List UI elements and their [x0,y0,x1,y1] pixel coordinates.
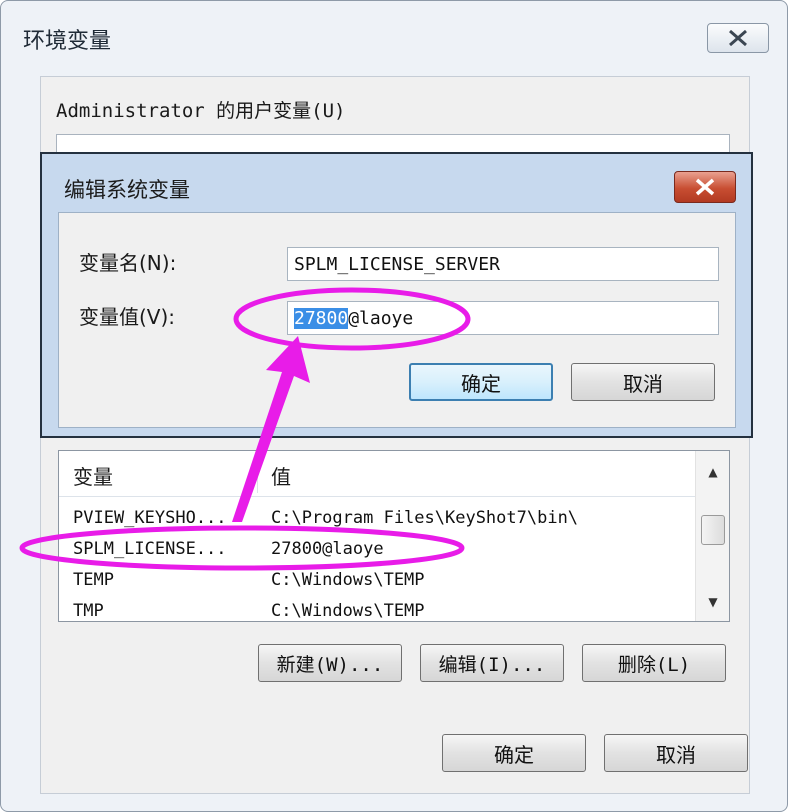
row-variable-name: PVIEW_KEYSHO... [73,508,227,528]
table-row[interactable]: SPLM_LICENSE... 27800@laoye [59,534,695,565]
list-header: 变量 值 [59,451,695,497]
scrollbar-thumb[interactable] [701,515,725,545]
row-variable-value: C:\Windows\TEMP [271,601,425,621]
row-variable-name: SPLM_LICENSE... [73,539,227,559]
row-variable-name: TEMP [73,570,114,590]
column-header-value[interactable]: 值 [271,461,291,490]
edit-system-variable-dialog: 编辑系统变量 变量名(N): SPLM_LICENSE_SERVER 变量值(V… [40,152,753,438]
value-remaining-text: @laoye [348,308,414,329]
system-variables-list[interactable]: 变量 值 PVIEW_KEYSHO... C:\Program Files\Ke… [58,450,730,622]
variable-value-field[interactable]: 27800@laoye [287,301,719,335]
row-variable-value: C:\Program Files\KeyShot7\bin\ [271,508,579,528]
outer-close-button[interactable] [707,23,769,53]
vertical-scrollbar[interactable]: ▲ ▼ [695,451,729,621]
variable-name-label: 变量名(N): [79,251,177,275]
dialog-close-button[interactable] [674,171,736,203]
row-variable-value: 27800@laoye [271,539,384,559]
row-variable-value: C:\Windows\TEMP [271,570,425,590]
table-row[interactable]: PVIEW_KEYSHO... C:\Program Files\KeyShot… [59,503,695,534]
column-divider[interactable] [257,455,258,493]
user-variables-label: Administrator 的用户变量(U) [56,100,346,122]
scroll-down-arrow-icon[interactable]: ▼ [696,587,729,617]
variable-value-label: 变量值(V): [79,305,176,329]
table-row[interactable]: TEMP C:\Windows\TEMP [59,565,695,596]
close-icon [729,29,747,47]
dialog-title: 编辑系统变量 [64,178,190,202]
row-variable-name: TMP [73,601,104,621]
scroll-up-arrow-icon[interactable]: ▲ [696,457,729,487]
new-variable-button[interactable]: 新建(W)... [258,644,402,682]
dialog-client-area: 变量名(N): SPLM_LICENSE_SERVER 变量值(V): 2780… [58,212,736,428]
table-row[interactable]: TMP C:\Windows\TEMP [59,596,695,621]
column-header-variable[interactable]: 变量 [73,461,113,490]
value-selected-text: 27800 [294,308,349,329]
variable-name-field[interactable]: SPLM_LICENSE_SERVER [287,247,719,281]
edit-variable-button[interactable]: 编辑(I)... [420,644,564,682]
dialog-ok-button[interactable]: 确定 [409,363,553,401]
close-icon [695,178,715,196]
outer-ok-button[interactable]: 确定 [442,734,586,772]
variable-name-text: SPLM_LICENSE_SERVER [294,254,500,275]
window-title: 环境变量 [23,29,112,54]
user-variables-list[interactable] [56,134,730,154]
outer-cancel-button[interactable]: 取消 [604,734,748,772]
dialog-cancel-button[interactable]: 取消 [571,363,715,401]
delete-variable-button[interactable]: 删除(L) [582,644,726,682]
